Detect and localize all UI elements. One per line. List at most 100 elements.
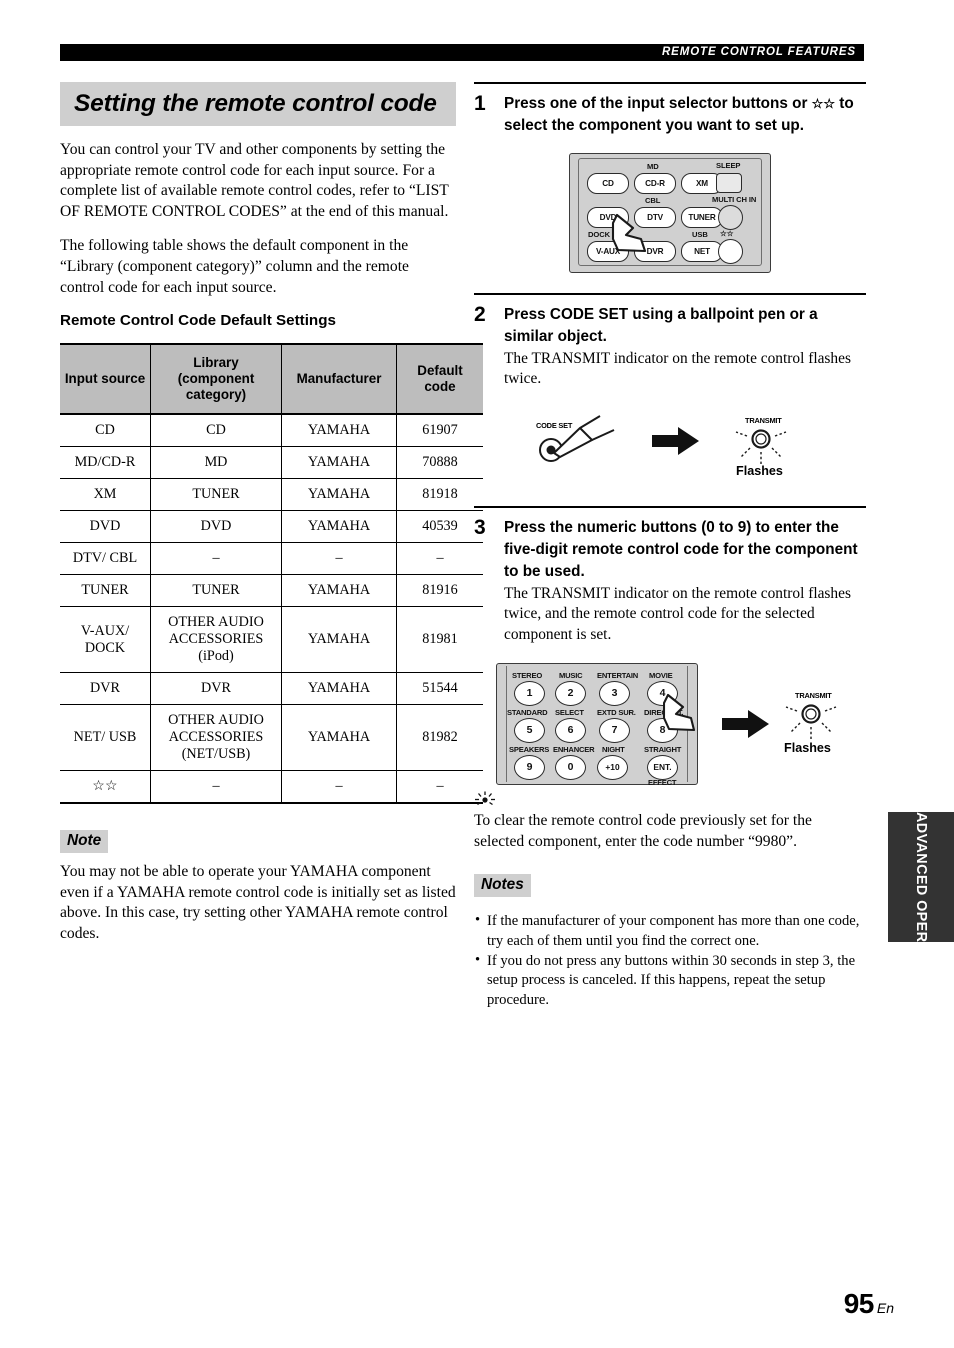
step-1-heading-part1: Press one of the input selector buttons … xyxy=(504,95,808,112)
button-star-star[interactable] xyxy=(718,239,743,264)
step-3-number: 3 xyxy=(474,515,486,539)
cell-library: – xyxy=(150,770,282,805)
button-1[interactable]: 1 xyxy=(514,681,545,707)
numeric-keypad-figure: STEREO MUSIC ENTERTAIN MOVIE 1 2 3 4 STA… xyxy=(474,659,866,791)
star-star-icon: ☆☆ xyxy=(811,96,835,111)
button-7[interactable]: 7 xyxy=(599,718,630,744)
input-selector-figure: MD SLEEP CD CD-R XM CBL MULTI CH IN DVD … xyxy=(474,153,866,273)
cell-default-code: 61907 xyxy=(396,414,483,448)
label-speakers: SPEAKERS xyxy=(509,745,550,755)
cell-input-source: DVD xyxy=(60,510,151,544)
button-5[interactable]: 5 xyxy=(514,718,545,744)
cell-library: MD xyxy=(150,446,282,480)
page-title: Setting the remote control code xyxy=(60,82,456,126)
cell-input-source: TUNER xyxy=(60,574,151,608)
cell-library: DVR xyxy=(150,672,282,706)
cell-manufacturer: YAMAHA xyxy=(281,446,397,480)
cell-manufacturer: – xyxy=(281,542,397,576)
cell-manufacturer: YAMAHA xyxy=(281,414,397,448)
button-net[interactable]: NET xyxy=(681,241,723,262)
button-tuner[interactable]: TUNER xyxy=(681,207,723,228)
button-cd-r[interactable]: CD-R xyxy=(634,173,676,194)
note-label: Note xyxy=(60,830,109,854)
button-2[interactable]: 2 xyxy=(555,681,586,707)
table-heading: Remote Control Code Default Settings xyxy=(60,312,336,330)
step-2: 2 Press CODE SET using a ballpoint pen o… xyxy=(474,293,866,490)
table-row: DTV/ CBL – – – xyxy=(60,542,483,576)
table-row: CD CD YAMAHA 61907 xyxy=(60,414,483,448)
cell-input-source: ☆☆ xyxy=(60,770,151,805)
transmit-indicator-icon xyxy=(785,704,837,742)
transmit-indicator-icon xyxy=(735,429,787,466)
label-night: NIGHT xyxy=(602,745,625,755)
note-text: You may not be able to operate your YAMA… xyxy=(60,863,456,942)
column-header-input-source: Input source xyxy=(60,343,151,416)
button-dvr[interactable]: DVR xyxy=(634,241,676,262)
cell-manufacturer: YAMAHA xyxy=(281,606,397,674)
cell-default-code: 40539 xyxy=(396,510,483,544)
label-select: SELECT xyxy=(555,708,584,718)
step-1-number: 1 xyxy=(474,92,486,115)
intro-paragraph-1: You can control your TV and other compon… xyxy=(60,141,449,220)
button-8[interactable]: 8 xyxy=(647,718,678,744)
button-multi-ch-in[interactable] xyxy=(718,205,743,230)
cell-input-source: V-AUX/ DOCK xyxy=(60,606,151,674)
label-stereo: STEREO xyxy=(512,671,543,681)
step-2-body: The TRANSMIT indicator on the remote con… xyxy=(504,350,851,388)
button-plus-10[interactable]: +10 xyxy=(597,755,628,781)
cell-input-source: DVR xyxy=(60,672,151,706)
step-2-number: 2 xyxy=(474,303,486,326)
button-dvd[interactable]: DVD xyxy=(587,207,629,228)
table-row: XM TUNER YAMAHA 81918 xyxy=(60,478,483,512)
cell-default-code: 70888 xyxy=(396,446,483,480)
step-3-heading: Press the numeric buttons (0 to 9) to en… xyxy=(504,518,858,580)
right-column: 1 Press one of the input selector button… xyxy=(474,82,866,1011)
cell-manufacturer: YAMAHA xyxy=(281,574,397,608)
label-cbl: CBL xyxy=(645,196,661,205)
cell-manufacturer: YAMAHA xyxy=(281,672,397,706)
column-header-manufacturer: Manufacturer xyxy=(281,343,397,416)
button-ent[interactable]: ENT. xyxy=(647,755,678,781)
label-extd-sur: EXTD SUR. xyxy=(597,708,636,718)
label-music: MUSIC xyxy=(559,671,583,681)
ballpoint-pen-icon xyxy=(539,414,615,462)
button-6[interactable]: 6 xyxy=(555,718,586,744)
page-footer: 95 En xyxy=(844,1288,894,1320)
page-number: 95 xyxy=(843,1288,875,1319)
cell-default-code: 51544 xyxy=(396,672,483,706)
button-3[interactable]: 3 xyxy=(599,681,630,707)
label-straight: STRAIGHT xyxy=(644,745,682,755)
step-1-heading: Press one of the input selector buttons … xyxy=(504,93,866,137)
lightbulb-rays-icon xyxy=(475,791,495,806)
tip-icon xyxy=(474,791,866,809)
table-row: NET/ USB OTHER AUDIO ACCESSORIES (NET/US… xyxy=(60,704,483,772)
label-entertain: ENTERTAIN xyxy=(597,671,639,681)
code-set-figure: CODE SET TRANSMIT Flashes xyxy=(474,404,866,490)
button-cd[interactable]: CD xyxy=(587,173,629,194)
label-dock: DOCK xyxy=(588,230,610,239)
button-v-aux[interactable]: V-AUX xyxy=(587,241,629,262)
cell-default-code: 81916 xyxy=(396,574,483,608)
button-dtv[interactable]: DTV xyxy=(634,207,676,228)
cell-library: OTHER AUDIO ACCESSORIES (iPod) xyxy=(150,606,282,674)
note-item: If you do not press any buttons within 3… xyxy=(474,951,866,1010)
cell-default-code: – xyxy=(396,542,483,576)
cell-input-source: MD/CD-R xyxy=(60,446,151,480)
label-multi-ch-in: MULTI CH IN xyxy=(712,195,757,204)
step-1: 1 Press one of the input selector button… xyxy=(474,82,866,273)
side-tab-advanced-operation: ADVANCED OPERATION xyxy=(888,812,954,988)
cell-input-source: NET/ USB xyxy=(60,704,151,772)
flashes-label: Flashes xyxy=(784,741,831,756)
table-row: MD/CD-R MD YAMAHA 70888 xyxy=(60,446,483,480)
button-9[interactable]: 9 xyxy=(514,755,545,781)
label-direct-st: DIRECT ST. xyxy=(644,708,684,718)
notes-label: Notes xyxy=(474,874,531,898)
button-0[interactable]: 0 xyxy=(555,755,586,781)
remote-code-default-settings-table: Input source Library (component category… xyxy=(60,343,483,805)
step-2-heading: Press CODE SET using a ballpoint pen or … xyxy=(504,306,818,345)
label-enhancer: ENHANCER xyxy=(553,745,595,755)
table-header-row: Input source Library (component category… xyxy=(60,343,483,416)
button-4[interactable]: 4 xyxy=(647,681,678,707)
button-sleep[interactable] xyxy=(716,173,742,193)
table-row: DVD DVD YAMAHA 40539 xyxy=(60,510,483,544)
